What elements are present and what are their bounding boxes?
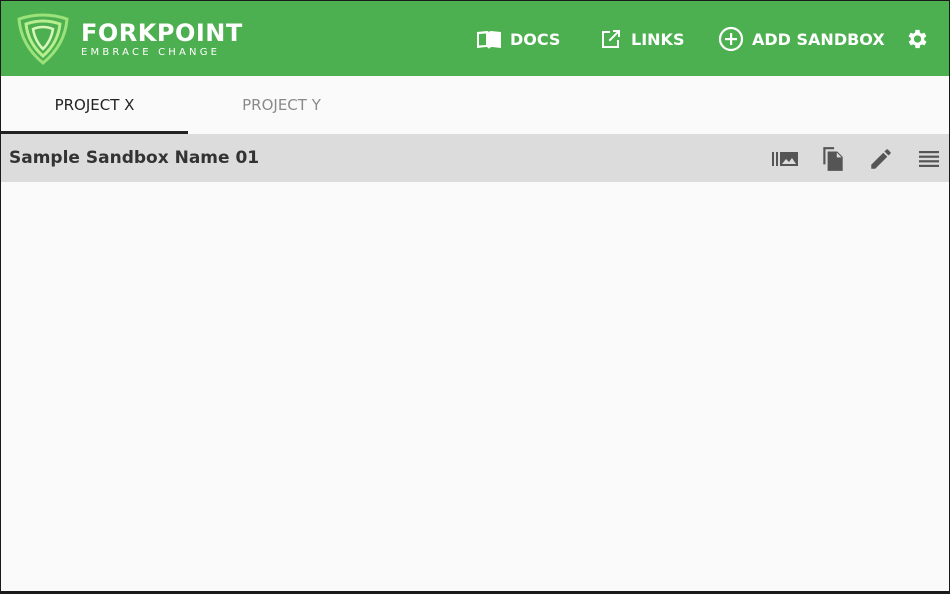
links-label: LINKS <box>631 29 685 49</box>
links-button[interactable]: LINKS <box>598 23 684 55</box>
docs-button[interactable]: DOCS <box>475 23 560 55</box>
brand-tagline: EMBRACE CHANGE <box>81 46 221 58</box>
edit-button[interactable] <box>867 146 895 172</box>
edit-icon <box>871 149 891 169</box>
tab-project-y[interactable]: PROJECT Y <box>188 76 375 134</box>
docs-label: DOCS <box>510 29 561 49</box>
add-circle-icon <box>718 26 744 52</box>
add-sandbox-button[interactable]: ADD SANDBOX <box>717 23 885 55</box>
brand-name: FORKPOINT <box>81 18 243 47</box>
tab-project-x[interactable]: PROJECT X <box>1 76 188 134</box>
gallery-icon <box>772 152 798 166</box>
menu-icon <box>919 151 939 167</box>
sandbox-header: Sample Sandbox Name 01 <box>1 134 949 182</box>
project-tabs: PROJECT X PROJECT Y <box>1 76 949 134</box>
tab-project-x-label: PROJECT X <box>54 96 135 114</box>
add-sandbox-label: ADD SANDBOX <box>752 29 885 49</box>
tab-project-y-label: PROJECT Y <box>242 96 321 114</box>
gear-icon <box>908 29 927 49</box>
menu-button[interactable] <box>915 146 943 172</box>
sandbox-content-area <box>1 182 949 591</box>
copy-icon <box>823 147 843 171</box>
shield-logo-icon <box>17 13 69 65</box>
book-icon <box>477 31 501 49</box>
sandbox-title: Sample Sandbox Name 01 <box>9 148 260 168</box>
top-app-bar: FORKPOINT EMBRACE CHANGE DOCS LINKS ADD … <box>1 1 949 76</box>
gallery-button[interactable] <box>771 146 799 172</box>
brand-logo[interactable]: FORKPOINT EMBRACE CHANGE <box>15 13 243 65</box>
settings-button[interactable] <box>905 23 937 55</box>
copy-button[interactable] <box>819 146 847 172</box>
open-in-new-icon <box>602 30 620 48</box>
app-window: FORKPOINT EMBRACE CHANGE DOCS LINKS ADD … <box>1 1 949 591</box>
